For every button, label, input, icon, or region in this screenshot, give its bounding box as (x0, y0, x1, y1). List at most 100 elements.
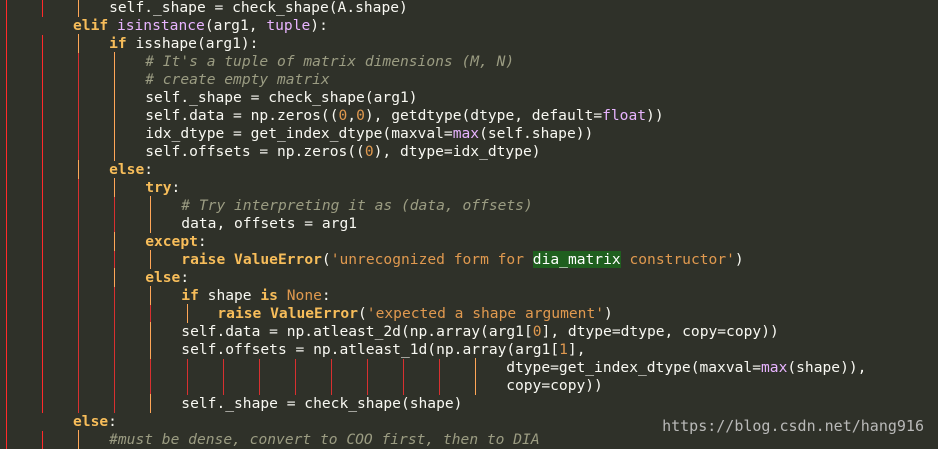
code-text: raise ValueError('unrecognized form for … (181, 251, 744, 269)
indent-guide (114, 251, 116, 269)
indent-guide (78, 143, 80, 161)
code-token: dtype=get_index_dtype(maxval= (506, 359, 761, 376)
indent-guide (6, 125, 7, 143)
code-token: ), dtype=idx_dtype) (373, 143, 541, 160)
code-token: ): (310, 17, 328, 34)
code-token: raise (217, 305, 262, 322)
indent-guide (42, 377, 44, 395)
code-token: self.offsets = np.zeros(( (145, 143, 365, 160)
indent-guide (222, 359, 224, 377)
code-token: ( (358, 305, 367, 322)
code-text: # It's a tuple of matrix dimensions (M, … (145, 53, 514, 71)
indent-guide (6, 35, 7, 53)
code-token: else (109, 161, 145, 178)
code-line: self.offsets = np.atleast_1d(np.array(ar… (0, 340, 938, 359)
code-text: try: (145, 179, 180, 197)
code-text: data, offsets = arg1 (181, 215, 357, 233)
indent-guide (6, 287, 7, 305)
indent-guide (367, 359, 368, 377)
code-line: except: (0, 232, 938, 251)
code-editor[interactable]: self._shape = check_shape(A.shape) elif i… (0, 0, 938, 449)
code-token: self.data = np.atleast_2d(np.array(arg1[ (181, 323, 533, 340)
indent-guide (6, 197, 7, 215)
code-token: copy=copy)) (506, 377, 603, 394)
indent-guide (6, 53, 7, 71)
code-token: tuple (266, 17, 311, 34)
indent-guide (6, 431, 7, 449)
indent-guide (186, 377, 188, 395)
code-token: # create empty matrix (145, 71, 330, 88)
code-text: self._shape = check_shape(A.shape) (109, 0, 408, 17)
code-line: elif isinstance(arg1, tuple): (0, 17, 938, 35)
indent-guide (6, 89, 7, 107)
indent-guide (6, 323, 7, 341)
active-indent-marker (114, 70, 116, 89)
code-token: : (180, 269, 190, 286)
indent-guide (403, 377, 405, 395)
active-indent-marker (150, 214, 152, 233)
indent-guide (150, 359, 152, 377)
indent-guide (6, 143, 7, 161)
indent-guide (42, 233, 44, 251)
indent-guide (6, 179, 7, 197)
indent-guide (6, 233, 7, 251)
active-indent-marker (150, 322, 152, 341)
indent-guide (114, 323, 116, 341)
code-token: : (321, 287, 331, 304)
code-token: max (761, 359, 788, 376)
code-token: if (181, 287, 199, 304)
code-line: # Try interpreting it as (data, offsets) (0, 196, 938, 215)
code-token: # Try interpreting it as (data, offsets) (181, 197, 533, 214)
code-line: self.data = np.zeros((0,0), getdtype(dty… (0, 106, 938, 125)
indent-guide (6, 215, 7, 233)
code-token: self._shape = check_shape(shape) (181, 395, 463, 412)
code-text: # create empty matrix (145, 71, 330, 89)
indent-guide (6, 71, 7, 89)
indent-guide (6, 107, 7, 125)
code-token: raise (181, 251, 226, 268)
indent-guide (6, 341, 7, 359)
indent-guide (42, 305, 44, 323)
code-token: 1 (559, 341, 568, 358)
indent-guide (78, 305, 80, 323)
code-token: 'unrecognized form for (330, 251, 533, 268)
code-token: ( (321, 251, 331, 268)
indent-guide (114, 395, 116, 413)
indent-guide (42, 107, 44, 125)
code-token: is (260, 287, 278, 304)
indent-guide (150, 377, 152, 395)
code-text: if shape is None: (181, 287, 330, 305)
indent-guide (330, 377, 332, 395)
indent-guide (42, 89, 44, 107)
indent-guide (78, 179, 80, 197)
active-indent-marker (114, 232, 116, 251)
active-indent-marker (114, 178, 116, 197)
code-token: : (108, 413, 117, 430)
indent-guide (42, 197, 44, 215)
indent-guide (78, 89, 80, 107)
code-token: : (144, 161, 154, 178)
indent-guide (114, 287, 116, 305)
code-token: ValueError (234, 251, 322, 268)
code-token: , (347, 107, 357, 124)
indent-guide (78, 107, 80, 125)
active-indent-marker (78, 430, 80, 449)
code-token: None (286, 287, 322, 304)
code-token: else (73, 413, 109, 430)
watermark: https://blog.csdn.net/hang916 (662, 417, 924, 435)
code-token: data, offsets = arg1 (181, 215, 358, 232)
indent-guide (78, 71, 80, 89)
code-token: 0 (532, 323, 542, 340)
indent-guide (78, 377, 80, 395)
active-indent-marker (78, 34, 80, 53)
active-indent-marker (78, 0, 80, 17)
code-line: self._shape = check_shape(A.shape) (0, 0, 938, 17)
code-token: ) (734, 251, 744, 268)
indent-guide (6, 161, 7, 179)
code-token: ) (604, 305, 613, 322)
indent-guide (6, 413, 7, 431)
indent-guide (42, 323, 44, 341)
